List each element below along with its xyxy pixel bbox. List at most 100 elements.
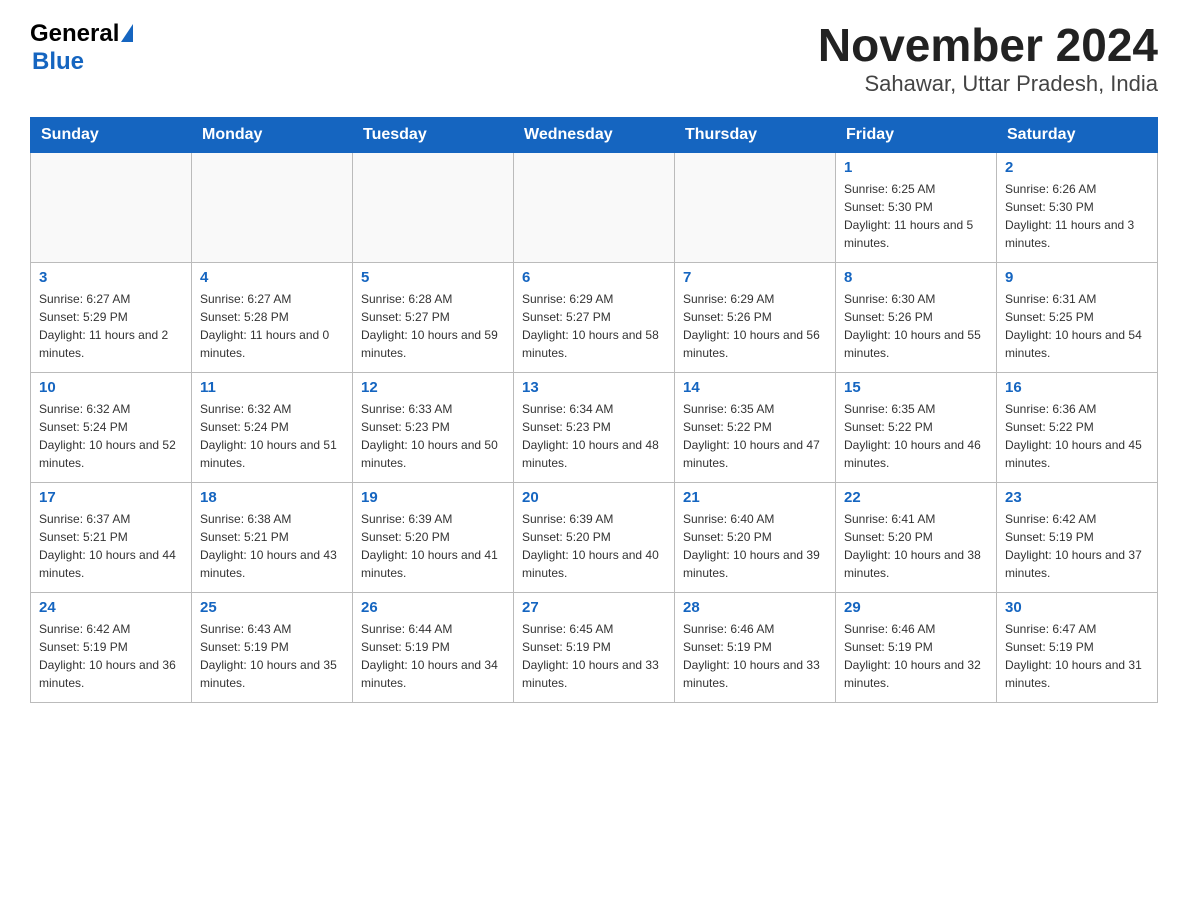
day-info: Sunrise: 6:34 AMSunset: 5:23 PMDaylight:… <box>522 400 666 472</box>
page-title: November 2024 <box>818 20 1158 71</box>
day-info: Sunrise: 6:31 AMSunset: 5:25 PMDaylight:… <box>1005 290 1149 362</box>
calendar-cell: 20Sunrise: 6:39 AMSunset: 5:20 PMDayligh… <box>514 482 675 592</box>
calendar-week-row: 24 Sunrise: 6:42 AMSunset: 5:19 PMDayligh… <box>31 592 1158 702</box>
day-number: 15 <box>844 379 988 396</box>
day-number: 24 <box>39 599 183 616</box>
logo-triangle-icon <box>121 24 133 42</box>
day-info: Sunrise: 6:39 AMSunset: 5:20 PMDaylight:… <box>361 510 505 582</box>
calendar-week-row: 17Sunrise: 6:37 AMSunset: 5:21 PMDayligh… <box>31 482 1158 592</box>
calendar-cell: 16 Sunrise: 6:36 AMSunset: 5:22 PMDayligh… <box>997 372 1158 482</box>
day-info: Sunrise: 6:32 AMSunset: 5:24 PMDaylight:… <box>39 400 183 472</box>
calendar-cell: 15 Sunrise: 6:35 AMSunset: 5:22 PMDayligh… <box>836 372 997 482</box>
calendar-header-row: SundayMondayTuesdayWednesdayThursdayFrid… <box>31 117 1158 152</box>
day-number: 9 <box>1005 269 1149 286</box>
calendar-table: SundayMondayTuesdayWednesdayThursdayFrid… <box>30 117 1158 703</box>
calendar-cell: 5 Sunrise: 6:28 AMSunset: 5:27 PMDaylight… <box>353 262 514 372</box>
calendar-week-row: 10 Sunrise: 6:32 AMSunset: 5:24 PMDayligh… <box>31 372 1158 482</box>
logo: General Blue <box>30 20 133 76</box>
day-info: Sunrise: 6:43 AMSunset: 5:19 PMDaylight:… <box>200 620 344 692</box>
calendar-cell: 3 Sunrise: 6:27 AMSunset: 5:29 PMDaylight… <box>31 262 192 372</box>
day-info: Sunrise: 6:41 AMSunset: 5:20 PMDaylight:… <box>844 510 988 582</box>
calendar-day-header: Monday <box>192 117 353 152</box>
calendar-cell: 22 Sunrise: 6:41 AMSunset: 5:20 PMDayligh… <box>836 482 997 592</box>
day-number: 13 <box>522 379 666 396</box>
calendar-day-header: Tuesday <box>353 117 514 152</box>
day-info: Sunrise: 6:25 AMSunset: 5:30 PMDaylight:… <box>844 180 988 252</box>
day-number: 14 <box>683 379 827 396</box>
calendar-cell: 26 Sunrise: 6:44 AMSunset: 5:19 PMDayligh… <box>353 592 514 702</box>
calendar-day-header: Wednesday <box>514 117 675 152</box>
logo-general-text: General <box>30 20 119 48</box>
title-block: November 2024 Sahawar, Uttar Pradesh, In… <box>818 20 1158 97</box>
day-info: Sunrise: 6:27 AMSunset: 5:29 PMDaylight:… <box>39 290 183 362</box>
calendar-cell: 12 Sunrise: 6:33 AMSunset: 5:23 PMDayligh… <box>353 372 514 482</box>
day-info: Sunrise: 6:28 AMSunset: 5:27 PMDaylight:… <box>361 290 505 362</box>
day-info: Sunrise: 6:40 AMSunset: 5:20 PMDaylight:… <box>683 510 827 582</box>
calendar-cell: 14 Sunrise: 6:35 AMSunset: 5:22 PMDayligh… <box>675 372 836 482</box>
day-number: 21 <box>683 489 827 506</box>
calendar-cell: 18 Sunrise: 6:38 AMSunset: 5:21 PMDayligh… <box>192 482 353 592</box>
day-info: Sunrise: 6:26 AMSunset: 5:30 PMDaylight:… <box>1005 180 1149 252</box>
calendar-cell: 6Sunrise: 6:29 AMSunset: 5:27 PMDaylight… <box>514 262 675 372</box>
calendar-cell: 4 Sunrise: 6:27 AMSunset: 5:28 PMDaylight… <box>192 262 353 372</box>
calendar-cell: 13 Sunrise: 6:34 AMSunset: 5:23 PMDayligh… <box>514 372 675 482</box>
calendar-cell: 11 Sunrise: 6:32 AMSunset: 5:24 PMDayligh… <box>192 372 353 482</box>
day-number: 3 <box>39 269 183 286</box>
calendar-cell: 10 Sunrise: 6:32 AMSunset: 5:24 PMDayligh… <box>31 372 192 482</box>
day-number: 16 <box>1005 379 1149 396</box>
page-subtitle: Sahawar, Uttar Pradesh, India <box>818 71 1158 97</box>
calendar-day-header: Thursday <box>675 117 836 152</box>
day-info: Sunrise: 6:33 AMSunset: 5:23 PMDaylight:… <box>361 400 505 472</box>
day-number: 12 <box>361 379 505 396</box>
calendar-cell: 7Sunrise: 6:29 AMSunset: 5:26 PMDaylight… <box>675 262 836 372</box>
calendar-cell <box>353 152 514 262</box>
calendar-cell: 29Sunrise: 6:46 AMSunset: 5:19 PMDayligh… <box>836 592 997 702</box>
calendar-cell: 9 Sunrise: 6:31 AMSunset: 5:25 PMDaylight… <box>997 262 1158 372</box>
day-number: 10 <box>39 379 183 396</box>
calendar-cell: 1 Sunrise: 6:25 AMSunset: 5:30 PMDaylight… <box>836 152 997 262</box>
day-number: 8 <box>844 269 988 286</box>
day-number: 5 <box>361 269 505 286</box>
day-number: 28 <box>683 599 827 616</box>
calendar-cell <box>31 152 192 262</box>
calendar-day-header: Friday <box>836 117 997 152</box>
day-info: Sunrise: 6:36 AMSunset: 5:22 PMDaylight:… <box>1005 400 1149 472</box>
day-number: 26 <box>361 599 505 616</box>
calendar-day-header: Saturday <box>997 117 1158 152</box>
day-info: Sunrise: 6:44 AMSunset: 5:19 PMDaylight:… <box>361 620 505 692</box>
day-info: Sunrise: 6:32 AMSunset: 5:24 PMDaylight:… <box>200 400 344 472</box>
day-info: Sunrise: 6:39 AMSunset: 5:20 PMDaylight:… <box>522 510 666 582</box>
day-info: Sunrise: 6:35 AMSunset: 5:22 PMDaylight:… <box>844 400 988 472</box>
day-info: Sunrise: 6:35 AMSunset: 5:22 PMDaylight:… <box>683 400 827 472</box>
day-info: Sunrise: 6:45 AMSunset: 5:19 PMDaylight:… <box>522 620 666 692</box>
day-info: Sunrise: 6:46 AMSunset: 5:19 PMDaylight:… <box>844 620 988 692</box>
calendar-cell: 8Sunrise: 6:30 AMSunset: 5:26 PMDaylight… <box>836 262 997 372</box>
day-number: 6 <box>522 269 666 286</box>
calendar-cell: 21 Sunrise: 6:40 AMSunset: 5:20 PMDayligh… <box>675 482 836 592</box>
day-number: 25 <box>200 599 344 616</box>
logo-blue-text: Blue <box>32 48 84 76</box>
page-header: General Blue November 2024 Sahawar, Utta… <box>30 20 1158 97</box>
day-info: Sunrise: 6:46 AMSunset: 5:19 PMDaylight:… <box>683 620 827 692</box>
calendar-cell <box>514 152 675 262</box>
day-info: Sunrise: 6:27 AMSunset: 5:28 PMDaylight:… <box>200 290 344 362</box>
day-number: 27 <box>522 599 666 616</box>
calendar-cell: 19Sunrise: 6:39 AMSunset: 5:20 PMDayligh… <box>353 482 514 592</box>
day-number: 11 <box>200 379 344 396</box>
calendar-cell <box>675 152 836 262</box>
day-number: 22 <box>844 489 988 506</box>
calendar-cell: 25 Sunrise: 6:43 AMSunset: 5:19 PMDayligh… <box>192 592 353 702</box>
calendar-cell: 30Sunrise: 6:47 AMSunset: 5:19 PMDayligh… <box>997 592 1158 702</box>
calendar-cell: 23Sunrise: 6:42 AMSunset: 5:19 PMDayligh… <box>997 482 1158 592</box>
day-info: Sunrise: 6:38 AMSunset: 5:21 PMDaylight:… <box>200 510 344 582</box>
day-number: 4 <box>200 269 344 286</box>
day-number: 18 <box>200 489 344 506</box>
calendar-cell: 2Sunrise: 6:26 AMSunset: 5:30 PMDaylight… <box>997 152 1158 262</box>
calendar-day-header: Sunday <box>31 117 192 152</box>
calendar-cell: 24 Sunrise: 6:42 AMSunset: 5:19 PMDayligh… <box>31 592 192 702</box>
day-info: Sunrise: 6:42 AMSunset: 5:19 PMDaylight:… <box>39 620 183 692</box>
day-number: 17 <box>39 489 183 506</box>
day-info: Sunrise: 6:29 AMSunset: 5:26 PMDaylight:… <box>683 290 827 362</box>
day-number: 1 <box>844 159 988 176</box>
calendar-cell <box>192 152 353 262</box>
